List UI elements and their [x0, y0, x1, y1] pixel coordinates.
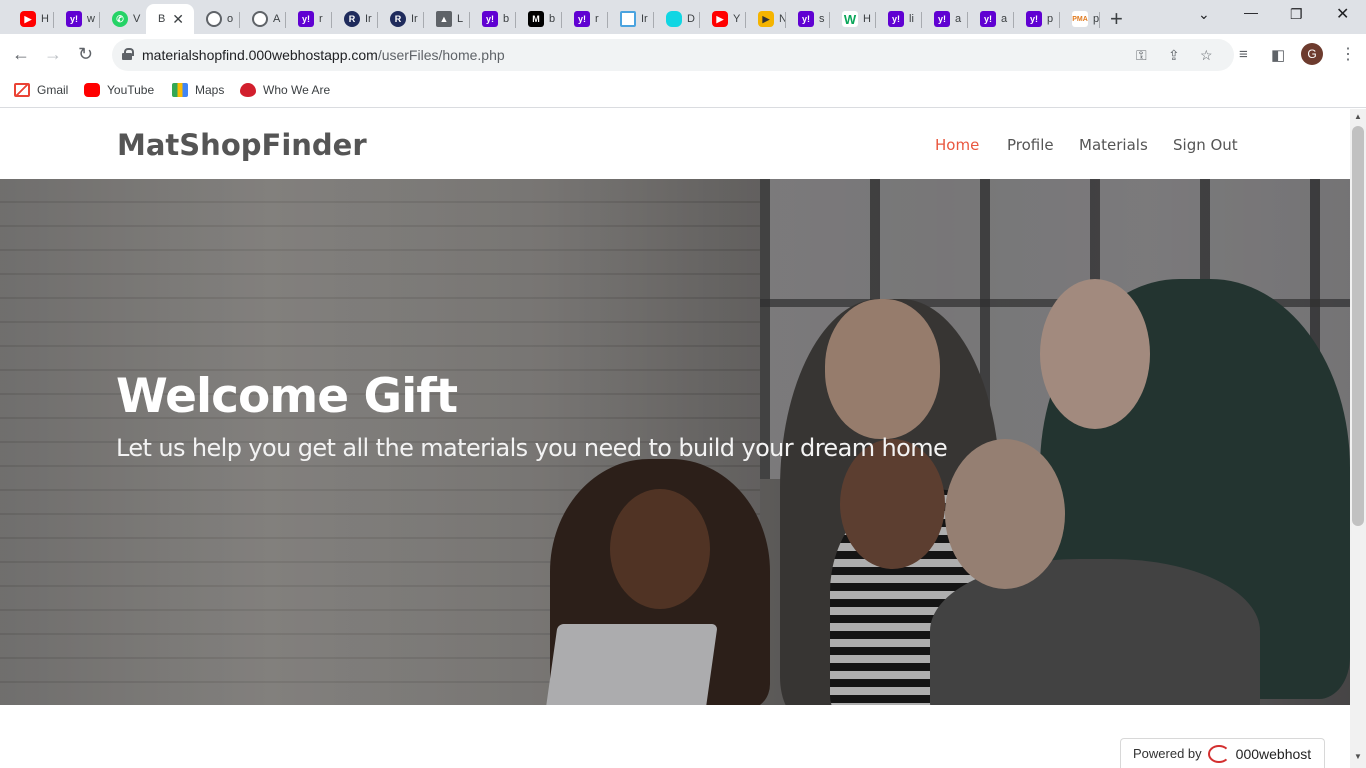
box-icon: [620, 11, 636, 27]
maps-icon: [172, 83, 188, 97]
tab[interactable]: Ir: [608, 4, 654, 34]
bookmark-gmail[interactable]: Gmail: [14, 83, 68, 97]
url-text[interactable]: materialshopfind.000webhostapp.com/userF…: [142, 47, 505, 63]
scroll-down-arrow-icon[interactable]: ▼: [1354, 752, 1362, 761]
tab[interactable]: y! w: [54, 4, 100, 34]
bookmark-star-icon[interactable]: ☆: [1200, 47, 1213, 64]
tab[interactable]: D: [654, 4, 700, 34]
tab[interactable]: ▶ Y: [700, 4, 746, 34]
tab[interactable]: PMA p: [1060, 4, 1100, 34]
globe-icon: [252, 11, 268, 27]
yahoo-icon: y!: [934, 11, 950, 27]
lock-icon[interactable]: [122, 48, 134, 60]
gmail-icon: [14, 83, 30, 97]
yahoo-icon: y!: [482, 11, 498, 27]
r-icon: R: [390, 11, 406, 27]
tab[interactable]: y! r: [562, 4, 608, 34]
tab[interactable]: ▶ N: [746, 4, 786, 34]
youtube-icon: ▶: [712, 11, 728, 27]
yahoo-icon: y!: [298, 11, 314, 27]
reading-list-icon[interactable]: ≡: [1239, 46, 1248, 63]
powered-by-badge[interactable]: Powered by 000webhost: [1120, 738, 1325, 768]
tab[interactable]: ✆ V: [100, 4, 146, 34]
tab[interactable]: y! a: [968, 4, 1014, 34]
restore-icon[interactable]: ❐: [1290, 6, 1303, 23]
tab[interactable]: y! b: [470, 4, 516, 34]
whatsapp-icon: ✆: [112, 11, 128, 27]
r-icon: R: [344, 11, 360, 27]
bookmark-who-we-are[interactable]: Who We Are: [240, 83, 330, 97]
close-tab-icon[interactable]: ✕: [172, 11, 184, 28]
minimize-icon[interactable]: —: [1244, 4, 1258, 20]
medium-icon: M: [528, 11, 544, 27]
side-panel-icon[interactable]: ◧: [1271, 46, 1285, 64]
tab[interactable]: A: [240, 4, 286, 34]
tab[interactable]: y! p: [1014, 4, 1060, 34]
tab[interactable]: ▶ H: [8, 4, 54, 34]
tab-search-chevron-icon[interactable]: ⌄: [1198, 6, 1210, 23]
tab-strip: ▶ H y! w ✆ V B ✕ o A y! r R Ir R Ir ▲ L y! b Mb y…: [0, 0, 1366, 34]
tab[interactable]: y! s: [786, 4, 830, 34]
tab[interactable]: Mb: [516, 4, 562, 34]
000webhost-logo-icon: [1207, 744, 1230, 763]
close-window-icon[interactable]: ✕: [1336, 4, 1349, 24]
key-icon[interactable]: ⚿: [1136, 47, 1147, 64]
graduation-cap-icon: ▲: [436, 11, 452, 27]
nav-home[interactable]: Home: [935, 136, 979, 154]
bookmark-maps[interactable]: Maps: [172, 83, 224, 97]
cyan-icon: [666, 11, 682, 27]
reload-icon[interactable]: ↻: [78, 44, 93, 65]
yahoo-icon: y!: [980, 11, 996, 27]
tab[interactable]: R Ir: [378, 4, 424, 34]
youtube-icon: ▶: [20, 11, 36, 27]
hero-banner: Welcome Gift Let us help you get all the…: [0, 179, 1350, 705]
tab-active[interactable]: B ✕: [146, 4, 194, 34]
tab[interactable]: WH: [830, 4, 876, 34]
new-tab-plus-icon[interactable]: +: [1110, 6, 1123, 32]
back-arrow-icon[interactable]: ←: [12, 44, 30, 65]
tab[interactable]: y! a: [922, 4, 968, 34]
tab[interactable]: ▲ L: [424, 4, 470, 34]
hero-title: Welcome Gift: [116, 369, 458, 424]
page-viewport: MatShopFinder Home Profile Materials Sig…: [0, 109, 1350, 768]
scrollbar-thumb[interactable]: [1352, 126, 1364, 526]
yahoo-icon: y!: [574, 11, 590, 27]
nav-profile[interactable]: Profile: [1007, 136, 1054, 154]
address-bar[interactable]: materialshopfind.000webhostapp.com/userF…: [112, 39, 1234, 71]
scroll-up-arrow-icon[interactable]: ▲: [1354, 112, 1362, 121]
youtube-icon: [84, 83, 100, 97]
profile-avatar[interactable]: G: [1301, 43, 1323, 65]
site-brand[interactable]: MatShopFinder: [117, 128, 367, 162]
tab[interactable]: y! li: [876, 4, 922, 34]
globe-icon: [206, 11, 222, 27]
play-icon: ▶: [758, 11, 774, 27]
tab[interactable]: R Ir: [332, 4, 378, 34]
tab[interactable]: y! r: [286, 4, 332, 34]
browser-toolbar: ← → ↻ materialshopfind.000webhostapp.com…: [0, 34, 1366, 76]
yahoo-icon: y!: [798, 11, 814, 27]
yahoo-icon: y!: [66, 11, 82, 27]
nav-materials[interactable]: Materials: [1079, 136, 1148, 154]
tab[interactable]: o: [194, 4, 240, 34]
yahoo-icon: y!: [1026, 11, 1042, 27]
hero-subtitle: Let us help you get all the materials yo…: [116, 434, 948, 462]
bookmark-youtube[interactable]: YouTube: [84, 83, 154, 97]
pma-icon: PMA: [1072, 11, 1088, 27]
who-we-are-icon: [240, 83, 256, 97]
w-icon: W: [842, 11, 858, 27]
bookmarks-bar: Gmail YouTube Maps Who We Are: [0, 76, 1366, 108]
yahoo-icon: y!: [888, 11, 904, 27]
share-icon[interactable]: ⇪: [1168, 47, 1180, 64]
site-header: MatShopFinder Home Profile Materials Sig…: [0, 109, 1350, 179]
nav-sign-out[interactable]: Sign Out: [1173, 136, 1238, 154]
more-menu-icon[interactable]: ⋮: [1340, 44, 1356, 64]
forward-arrow-icon[interactable]: →: [44, 44, 62, 65]
